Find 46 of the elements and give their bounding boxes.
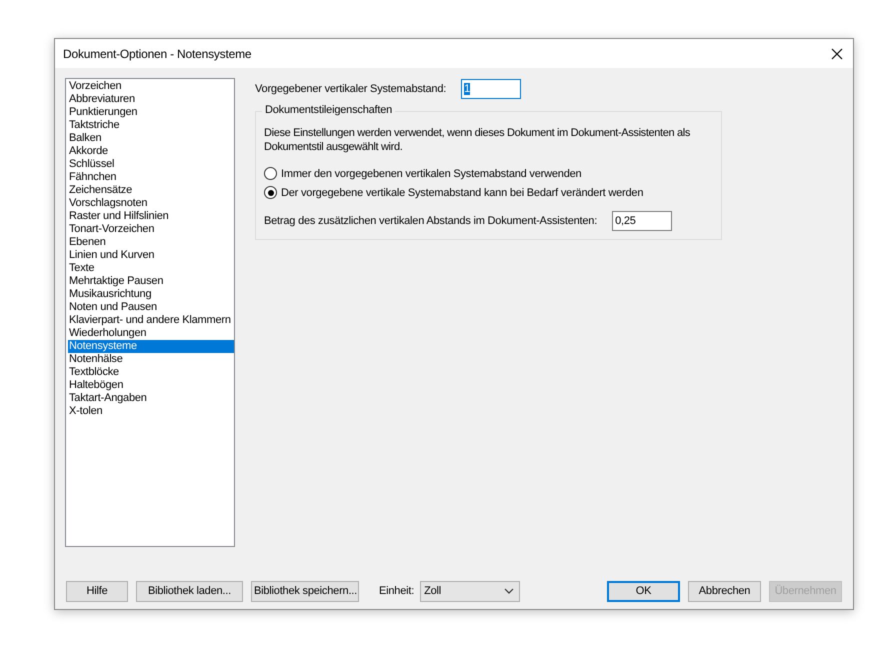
chevron-down-icon[interactable]: [504, 588, 514, 594]
category-item[interactable]: X-tolen: [68, 405, 234, 418]
category-item[interactable]: Linien und Kurven: [68, 249, 234, 262]
dialog-button[interactable]: Abbrechen: [688, 580, 761, 602]
footer-button[interactable]: Bibliothek speichern...: [251, 580, 359, 602]
footer-button[interactable]: Bibliothek laden...: [136, 580, 243, 602]
category-item[interactable]: Notensysteme: [68, 340, 234, 353]
spacing-field[interactable]: 1: [461, 79, 522, 99]
group-description: Diese Einstellungen werden verwendet, wenn dieses Dokument im Dokument-Assistenten als Dokumentstil ausgewählt wird.: [264, 126, 692, 154]
category-item[interactable]: Wiederholungen: [68, 327, 234, 340]
category-item[interactable]: Akkorde: [68, 145, 234, 158]
close-icon[interactable]: [831, 48, 843, 60]
category-item[interactable]: Musikausrichtung: [68, 288, 234, 301]
category-item[interactable]: Raster und Hilfslinien: [68, 210, 234, 223]
footer-button[interactable]: Hilfe: [66, 580, 128, 602]
unit-label: Einheit:: [379, 585, 414, 597]
radio-icon[interactable]: [264, 167, 277, 180]
category-item[interactable]: Zeichensätze: [68, 184, 234, 197]
group-title: Dokumentstileigenschaften: [262, 104, 396, 116]
category-item[interactable]: Schlüssel: [68, 158, 234, 171]
spacing-label: Vorgegebener vertikaler Systemabstand:: [255, 83, 446, 95]
category-item[interactable]: Tonart-Vorzeichen: [68, 223, 234, 236]
category-item[interactable]: Klavierpart- und andere Klammern: [68, 314, 234, 327]
category-item[interactable]: Noten und Pausen: [68, 301, 234, 314]
dialog-button[interactable]: OK: [607, 580, 680, 602]
category-item[interactable]: Vorschlagsnoten: [68, 197, 234, 210]
category-item[interactable]: Ebenen: [68, 236, 234, 249]
extra-spacing-field[interactable]: 0,25: [612, 211, 672, 231]
category-item[interactable]: Vorzeichen: [68, 80, 234, 93]
category-item[interactable]: Haltebögen: [68, 379, 234, 392]
category-item[interactable]: Taktart-Angaben: [68, 392, 234, 405]
category-item[interactable]: Textblöcke: [68, 366, 234, 379]
category-item[interactable]: Notenhälse: [68, 353, 234, 366]
radio-icon[interactable]: [264, 186, 277, 199]
category-item[interactable]: Abbreviaturen: [68, 93, 234, 106]
category-item[interactable]: Mehrtaktige Pausen: [68, 275, 234, 288]
category-item[interactable]: Texte: [68, 262, 234, 275]
category-item[interactable]: Balken: [68, 132, 234, 145]
category-item[interactable]: Punktierungen: [68, 106, 234, 119]
window-title: Dokument-Optionen - Notensysteme: [63, 46, 252, 60]
unit-dropdown[interactable]: Zoll: [420, 580, 520, 602]
radio-option[interactable]: Immer den vorgegebenen vertikalen Systemabstand verwenden: [264, 167, 713, 180]
radio-option[interactable]: Der vorgegebene vertikale Systemabstand kann bei Bedarf verändert werden: [264, 186, 713, 199]
category-item[interactable]: Taktstriche: [68, 119, 234, 132]
category-item[interactable]: Fähnchen: [68, 171, 234, 184]
extra-spacing-label: Betrag des zusätzlichen vertikalen Abstands im Dokument-Assistenten:: [264, 215, 598, 227]
